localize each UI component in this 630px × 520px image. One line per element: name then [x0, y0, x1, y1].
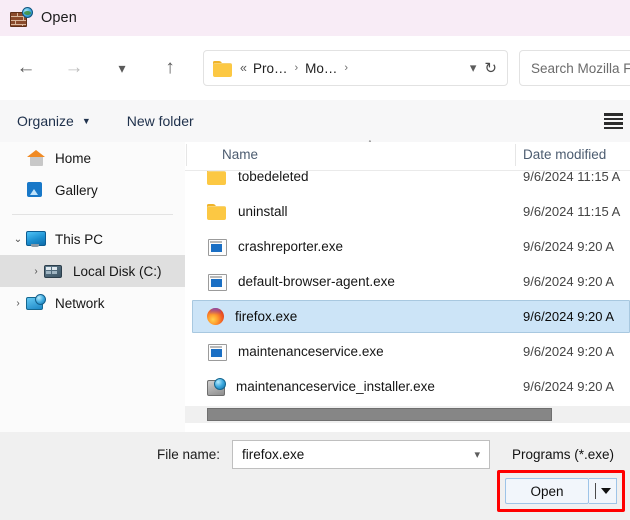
firefox-icon [207, 308, 224, 325]
file-name: maintenanceservice_installer.exe [236, 379, 435, 394]
breadcrumb-overflow-icon[interactable]: « [240, 61, 247, 75]
sidebar-item-home[interactable]: Home [0, 142, 185, 174]
sidebar-item-label: This PC [55, 231, 104, 247]
file-date-modified: 9/6/2024 9:20 A [523, 344, 615, 359]
sidebar-item-gallery[interactable]: Gallery [0, 174, 185, 206]
table-row[interactable]: default-browser-agent.exe 9/6/2024 9:20 … [185, 264, 630, 299]
organize-button[interactable]: Organize ▼ [17, 113, 91, 129]
command-bar: Organize ▼ New folder [0, 100, 630, 142]
column-divider [186, 144, 187, 166]
sidebar-item-label: Local Disk (C:) [73, 263, 162, 279]
table-row-selected[interactable]: firefox.exe 9/6/2024 9:20 A [185, 299, 630, 334]
breadcrumb-separator-0: › [294, 62, 299, 74]
file-name-value: firefox.exe [242, 447, 305, 462]
file-date-modified: 9/6/2024 9:20 A [523, 239, 615, 254]
file-date-modified: 9/6/2024 9:20 A [523, 379, 615, 394]
sidebar-collapse-arrow-icon[interactable]: ⌄ [10, 234, 26, 245]
scrollbar-thumb[interactable] [207, 408, 552, 421]
forward-icon[interactable]: → [57, 51, 91, 85]
executable-icon [207, 343, 227, 361]
file-name-label: File name: [157, 447, 221, 462]
folder-icon [213, 60, 232, 77]
search-input[interactable]: Search Mozilla Firef [519, 50, 630, 86]
horizontal-scrollbar[interactable] [185, 406, 630, 423]
file-name: default-browser-agent.exe [238, 274, 395, 289]
file-type-filter-value: Programs (*.exe) [512, 447, 615, 462]
file-name: uninstall [238, 204, 288, 219]
new-folder-button[interactable]: New folder [127, 113, 194, 129]
view-list-icon[interactable] [604, 113, 623, 129]
folder-icon [207, 171, 227, 186]
table-row[interactable]: maintenanceservice_installer.exe 9/6/202… [185, 369, 630, 400]
folder-icon [207, 203, 227, 221]
sidebar-item-this-pc[interactable]: ⌄ This PC [0, 223, 185, 255]
executable-icon [207, 273, 227, 291]
breadcrumb-separator-1: › [344, 62, 349, 74]
file-type-filter-dropdown[interactable]: Programs (*.exe) [503, 440, 630, 469]
window-title: Open [41, 10, 77, 26]
chevron-down-icon: ▼ [81, 116, 91, 126]
open-file-dialog: Open ← → ▾ ↑ « Pro… › Mo… › ▾ ↻ Search M… [0, 0, 630, 520]
column-header-row: Name Date modified [185, 142, 630, 171]
file-date-modified: 9/6/2024 9:20 A [523, 274, 615, 289]
open-button[interactable]: Open [505, 478, 589, 504]
home-icon [26, 149, 46, 167]
recent-locations-chevron-down-icon[interactable]: ▾ [105, 51, 139, 85]
search-placeholder: Search Mozilla Firef [531, 60, 630, 76]
sidebar-item-local-disk-c[interactable]: › Local Disk (C:) [0, 255, 185, 287]
new-folder-label: New folder [126, 113, 194, 129]
breadcrumb-chevron-down-icon[interactable]: ▾ [462, 60, 485, 76]
table-row[interactable]: tobedeleted 9/6/2024 11:15 A [185, 171, 630, 194]
table-row[interactable]: crashreporter.exe 9/6/2024 9:20 A [185, 229, 630, 264]
sidebar-expand-arrow-icon[interactable]: › [28, 266, 44, 277]
installer-icon [207, 378, 226, 396]
file-name: tobedeleted [238, 171, 309, 184]
breadcrumb-item-0[interactable]: Pro… [253, 61, 288, 76]
pc-icon [26, 230, 46, 248]
column-header-date-modified[interactable]: Date modified [523, 147, 606, 162]
up-one-level-icon[interactable]: ↑ [153, 51, 187, 85]
file-name: firefox.exe [235, 309, 298, 324]
firewall-globe-icon [10, 7, 33, 29]
table-row[interactable]: uninstall 9/6/2024 11:15 A [185, 194, 630, 229]
file-name: maintenanceservice.exe [238, 344, 384, 359]
chevron-down-icon[interactable]: ▾ [474, 448, 480, 461]
file-name-input[interactable]: firefox.exe ▾ [232, 440, 490, 469]
sidebar-item-label: Gallery [55, 182, 98, 198]
gallery-icon [26, 181, 46, 199]
back-icon[interactable]: ← [9, 51, 43, 85]
file-date-modified: 9/6/2024 11:15 A [523, 204, 621, 219]
table-row[interactable]: maintenanceservice.exe 9/6/2024 9:20 A [185, 334, 630, 369]
open-button-split-arrow[interactable] [589, 478, 617, 504]
sidebar-item-label: Network [55, 295, 105, 311]
network-icon [26, 294, 46, 312]
file-list: tobedeleted 9/6/2024 11:15 A uninstall 9… [185, 171, 630, 400]
navigation-pane: Home Gallery ⌄ This PC › Local Disk (C:)… [0, 142, 185, 432]
sidebar-expand-arrow-icon[interactable]: › [10, 298, 26, 309]
file-date-modified: 9/6/2024 9:20 A [523, 309, 615, 324]
file-name: crashreporter.exe [238, 239, 344, 254]
file-date-modified: 9/6/2024 11:15 A [523, 171, 621, 184]
sidebar-divider [12, 214, 173, 215]
breadcrumb-item-1[interactable]: Mo… [305, 61, 337, 76]
executable-icon [207, 238, 227, 256]
refresh-icon[interactable]: ↻ [484, 59, 501, 77]
sidebar-item-network[interactable]: › Network [0, 287, 185, 319]
column-divider[interactable] [515, 144, 516, 166]
organize-label: Organize [17, 113, 74, 129]
title-bar: Open [0, 0, 630, 36]
breadcrumb[interactable]: « Pro… › Mo… › ▾ ↻ [203, 50, 508, 86]
navigation-bar: ← → ▾ ↑ « Pro… › Mo… › ▾ ↻ Search Mozill… [0, 36, 630, 100]
sidebar-item-label: Home [55, 150, 92, 166]
disk-icon [44, 262, 64, 280]
column-header-name[interactable]: Name [222, 147, 258, 162]
